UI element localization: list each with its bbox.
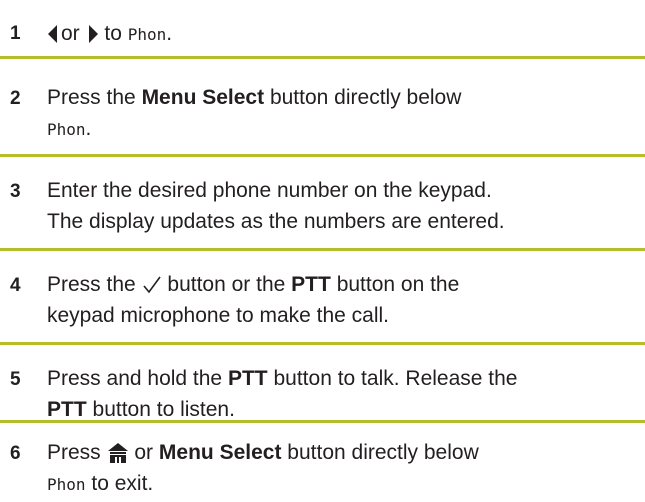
divider bbox=[0, 154, 645, 157]
display-softkey-label: Phon bbox=[127, 25, 167, 44]
step-number: 6 bbox=[10, 443, 21, 464]
or-text: or bbox=[134, 441, 154, 464]
step-number: 5 bbox=[10, 369, 21, 390]
divider bbox=[0, 342, 645, 345]
ptt-button-name: PTT bbox=[291, 273, 331, 296]
divider bbox=[0, 56, 645, 59]
press-text: Press and hold the bbox=[47, 367, 223, 390]
step-number: 1 bbox=[10, 23, 21, 44]
press-text: Press the bbox=[47, 86, 136, 109]
display-softkey-label: Phon bbox=[47, 475, 86, 494]
menu-select-button-name: Menu Select bbox=[141, 86, 265, 109]
step-text: Press the button or the PTT button on th… bbox=[47, 269, 642, 331]
mid-text: button or the bbox=[167, 273, 286, 296]
press-text: Press bbox=[47, 441, 101, 464]
line-1: Enter the desired phone number on the ke… bbox=[47, 179, 492, 202]
press-text: Press the bbox=[47, 273, 136, 296]
right-arrow-icon bbox=[88, 24, 99, 44]
line-2-after: to exit. bbox=[91, 472, 154, 495]
step-text: or to Phon. bbox=[47, 18, 642, 50]
or-text: or bbox=[61, 22, 80, 45]
line-2: The display updates as the numbers are e… bbox=[47, 210, 505, 233]
checkmark-icon bbox=[142, 275, 162, 295]
step-number: 4 bbox=[10, 275, 21, 296]
step-text: Press or Menu Select button directly bel… bbox=[47, 437, 642, 500]
menu-select-button-name: Menu Select bbox=[158, 441, 282, 464]
line-2: keypad microphone to make the call. bbox=[47, 304, 390, 327]
to-text: to bbox=[104, 22, 122, 45]
after-text: button on the bbox=[336, 273, 460, 296]
ptt-button-name: PTT bbox=[227, 367, 268, 390]
step-text: Enter the desired phone number on the ke… bbox=[47, 175, 642, 237]
step-number: 3 bbox=[10, 181, 21, 202]
line-2-after: button to listen. bbox=[92, 398, 235, 421]
period: . bbox=[166, 22, 173, 45]
after-text: button to talk. Release the bbox=[273, 367, 518, 390]
home-icon bbox=[107, 442, 129, 464]
step-text: Press and hold the PTT button to talk. R… bbox=[47, 363, 642, 425]
display-softkey-label: Phon bbox=[47, 120, 86, 139]
step-text: Press the Menu Select button directly be… bbox=[47, 82, 642, 145]
step-number: 2 bbox=[10, 88, 21, 109]
divider bbox=[0, 420, 645, 423]
divider bbox=[0, 248, 645, 251]
after-text: button directly below bbox=[287, 441, 479, 464]
period: . bbox=[85, 117, 92, 140]
ptt-button-name-2: PTT bbox=[47, 398, 87, 421]
left-arrow-icon bbox=[47, 24, 58, 44]
after-text: button directly below bbox=[269, 86, 462, 109]
